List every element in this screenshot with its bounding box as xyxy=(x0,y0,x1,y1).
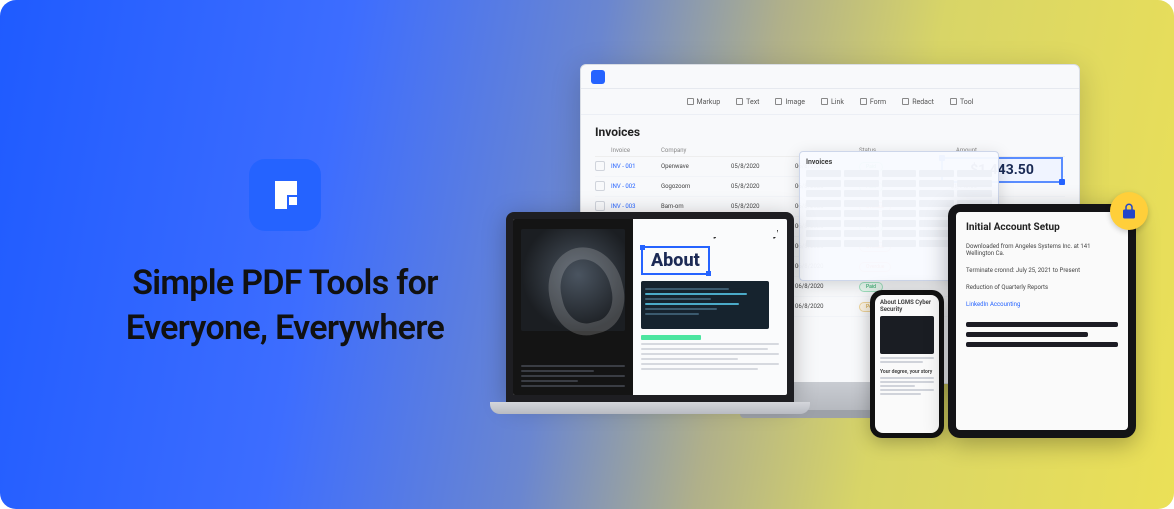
redacted-bar xyxy=(966,332,1088,337)
tool-tool[interactable]: Tool xyxy=(950,98,974,106)
lock-icon xyxy=(1110,192,1148,230)
laptop: MarkupTextImageLinkForm About LGMS Cyber… xyxy=(490,212,810,422)
doc-image-panel xyxy=(513,219,633,395)
tablet-title: Initial Account Setup xyxy=(966,222,1118,233)
app-logo-icon xyxy=(249,159,321,231)
doc-title: Invoices xyxy=(595,125,1065,139)
tool-link[interactable]: Link xyxy=(821,98,844,106)
hero-headline: Simple PDF Tools for Everyone, Everywher… xyxy=(110,261,460,349)
tool-image[interactable]: Image xyxy=(775,98,805,106)
hero-banner: Simple PDF Tools for Everyone, Everywher… xyxy=(0,0,1174,509)
phone-heading: About LGMS Cyber Security xyxy=(880,300,934,313)
tablet-link[interactable]: LinkedIn Accounting xyxy=(966,301,1118,308)
phone-subheading: Your degree, your story xyxy=(880,369,934,375)
code-snippet-image xyxy=(641,281,769,329)
tablet-document: Initial Account Setup Downloaded from An… xyxy=(956,212,1128,430)
fingerprint-image xyxy=(521,229,625,331)
phone-hero-image xyxy=(880,316,934,354)
tool-markup[interactable]: Markup xyxy=(687,98,721,106)
phone-document: About LGMS Cyber Security Your degree, y… xyxy=(875,295,939,433)
tablet: Initial Account Setup Downloaded from An… xyxy=(948,204,1136,438)
app-logo-icon xyxy=(591,70,605,84)
tablet-line: Terminate cronnd: July 25, 2021 to Prese… xyxy=(966,267,1118,274)
hero-left: Simple PDF Tools for Everyone, Everywher… xyxy=(0,159,480,349)
phone: About LGMS Cyber Security Your degree, y… xyxy=(870,290,944,438)
tablet-line: Downloaded from Angeles Systems Inc. at … xyxy=(966,243,1118,257)
tool-form[interactable]: Form xyxy=(860,98,886,106)
laptop-document: MarkupTextImageLinkForm About LGMS Cyber… xyxy=(513,219,787,395)
device-composite: Markup Text Image Link Form Redact Tool … xyxy=(490,64,1170,474)
tablet-line: Reduction of Quarterly Reports xyxy=(966,284,1118,291)
editor-toolbar: Markup Text Image Link Form Redact Tool xyxy=(581,89,1079,115)
tool-text[interactable]: Text xyxy=(736,98,759,106)
about-selection[interactable]: About xyxy=(641,246,710,275)
titlebar xyxy=(581,65,1079,89)
highlight-mark xyxy=(641,335,701,340)
doc-text-panel: About LGMS Cyber Security About xyxy=(633,219,787,395)
redacted-bar xyxy=(966,322,1118,327)
tool-redact[interactable]: Redact xyxy=(902,98,934,106)
redacted-bar xyxy=(966,342,1118,347)
